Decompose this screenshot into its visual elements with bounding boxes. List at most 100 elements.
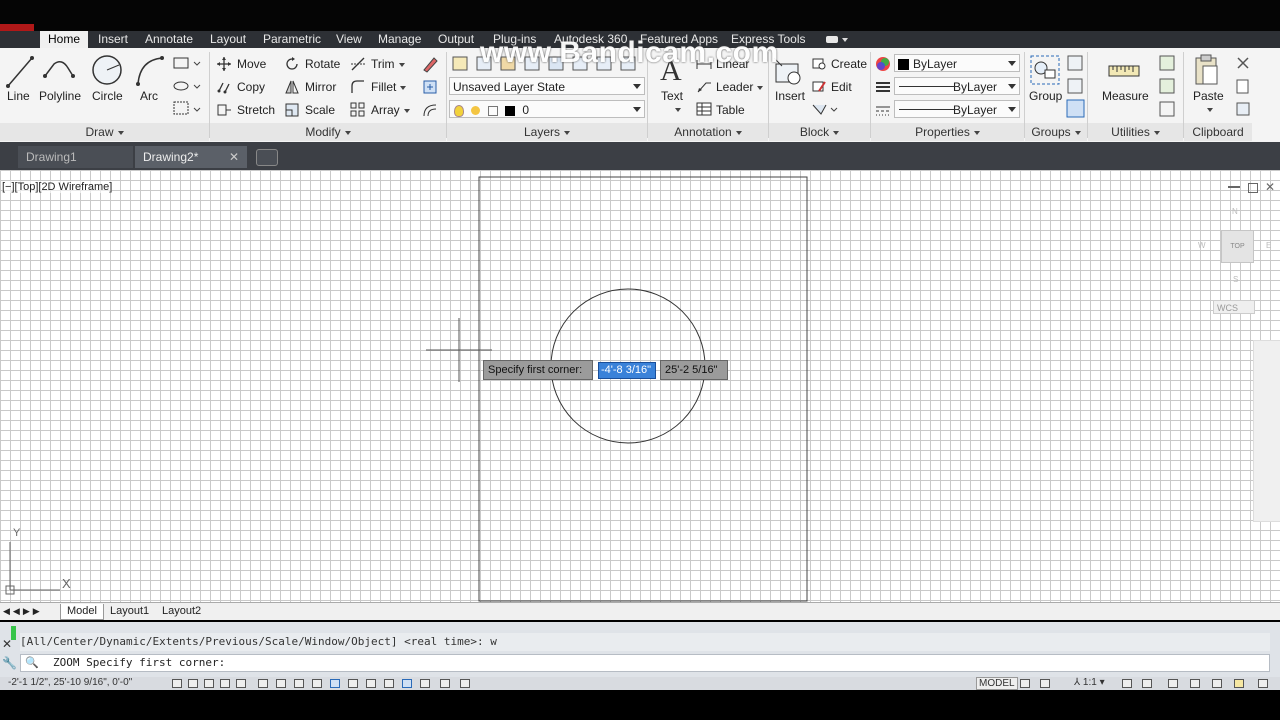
new-tab-icon[interactable]	[256, 149, 278, 166]
lineweight-toggle-icon[interactable]	[348, 679, 358, 688]
draw-small-tools-icon[interactable]	[172, 56, 202, 120]
paste-dropdown-icon[interactable]	[1203, 102, 1213, 116]
ribbon-options-icon[interactable]	[826, 31, 848, 48]
scale-button[interactable]: Scale	[305, 103, 335, 117]
layout-nav-arrows-icon[interactable]: ◀◀▶▶	[3, 604, 43, 619]
paste-button[interactable]: Paste	[1193, 89, 1224, 103]
lineweight-dropdown[interactable]: ByLayer	[894, 77, 1020, 95]
arc-button[interactable]: Arc	[140, 89, 158, 103]
model-space-button[interactable]: MODEL	[976, 677, 1018, 690]
wcs-menu[interactable]: WCS	[1213, 300, 1255, 314]
close-tab-icon[interactable]: ✕	[229, 146, 239, 168]
object-snap-tracking-icon[interactable]	[294, 679, 304, 688]
insert-button[interactable]: Insert	[775, 89, 805, 103]
viewport-minimize-icon[interactable]	[1228, 183, 1240, 188]
viewport-close-icon[interactable]: ✕	[1265, 180, 1275, 194]
modify-panel-title[interactable]: Modify	[210, 123, 446, 141]
edit-button[interactable]: Edit	[831, 80, 852, 94]
text-button[interactable]: Text	[661, 89, 683, 103]
viewport-maximize-icon[interactable]	[1248, 183, 1258, 193]
stretch-button[interactable]: Stretch	[237, 103, 275, 117]
rotate-button[interactable]: Rotate	[305, 57, 340, 71]
trim-button[interactable]: Trim	[371, 57, 405, 71]
annotation-monitor-icon[interactable]	[420, 679, 430, 688]
properties-panel-title[interactable]: Properties	[871, 123, 1024, 141]
infer-constraints-icon[interactable]	[172, 679, 182, 688]
status-menu-icon[interactable]	[1258, 679, 1268, 688]
mirror-button[interactable]: Mirror	[305, 80, 336, 94]
block-panel-title[interactable]: Block	[769, 123, 870, 141]
text-dropdown-icon[interactable]	[671, 102, 681, 116]
transparency-toggle-icon[interactable]	[366, 679, 376, 688]
command-search-icon[interactable]: 🔍	[21, 655, 53, 671]
quick-view-layouts-icon[interactable]	[1020, 679, 1030, 688]
ducs-icon[interactable]	[312, 679, 322, 688]
utility-tools-icons[interactable]	[1158, 54, 1178, 120]
viewcube-north-label[interactable]: N	[1232, 207, 1238, 216]
tab-view[interactable]: View	[336, 31, 362, 48]
object-snap-icon[interactable]	[258, 679, 268, 688]
block-attributes-icon[interactable]	[811, 102, 839, 116]
move-button[interactable]: Move	[237, 57, 266, 71]
explode-icon[interactable]	[421, 78, 439, 96]
circle-button[interactable]: Circle	[92, 89, 123, 103]
annotation-scale-dropdown[interactable]: ⅄ 1:1 ▾	[1074, 677, 1105, 688]
measure-button[interactable]: Measure	[1102, 89, 1149, 103]
quick-properties-icon[interactable]	[384, 679, 394, 688]
hardware-acceleration-icon[interactable]	[460, 679, 470, 688]
navigation-bar[interactable]	[1253, 340, 1280, 522]
dynamic-input-y-field[interactable]: 25'-2 5/16"	[660, 360, 728, 380]
isolate-icon[interactable]	[1212, 679, 1222, 688]
snap-mode-icon[interactable]	[188, 679, 198, 688]
auto-scale-icon[interactable]	[1142, 679, 1152, 688]
copy-button[interactable]: Copy	[237, 80, 265, 94]
ortho-mode-icon[interactable]	[220, 679, 230, 688]
tab-model[interactable]: Model	[60, 604, 104, 620]
tab-layout1[interactable]: Layout1	[104, 604, 155, 619]
viewcube-east-label[interactable]: E	[1266, 241, 1271, 250]
annotation-panel-title[interactable]: Annotation	[648, 123, 768, 141]
create-button[interactable]: Create	[831, 57, 867, 71]
layer-dropdown[interactable]: 0	[449, 100, 645, 118]
lock-ui-icon[interactable]	[1190, 679, 1200, 688]
tab-parametric[interactable]: Parametric	[263, 31, 321, 48]
workspace-switching-icon[interactable]	[1168, 679, 1178, 688]
coordinates-readout[interactable]: -2'-1 1/2", 25'-10 9/16", 0'-0"	[8, 677, 132, 688]
utilities-panel-title[interactable]: Utilities	[1088, 123, 1183, 141]
layers-panel-title[interactable]: Layers	[447, 123, 647, 141]
color-dropdown[interactable]: ByLayer	[894, 54, 1020, 72]
linetype-dropdown[interactable]: ByLayer	[894, 100, 1020, 118]
erase-icon[interactable]	[421, 55, 439, 73]
grid-display-icon[interactable]	[204, 679, 214, 688]
quick-view-drawings-icon[interactable]	[1040, 679, 1050, 688]
viewcube-top-face[interactable]: TOP	[1221, 230, 1254, 263]
tab-annotate[interactable]: Annotate	[145, 31, 193, 48]
draw-panel-title[interactable]: Draw	[0, 123, 209, 141]
polyline-button[interactable]: Polyline	[39, 89, 81, 103]
clipboard-tools-icons[interactable]	[1234, 54, 1254, 120]
groups-panel-title[interactable]: Groups	[1025, 123, 1087, 141]
tab-output[interactable]: Output	[438, 31, 474, 48]
viewcube-south-label[interactable]: S	[1233, 275, 1238, 284]
dynamic-input-toggle-icon[interactable]	[330, 679, 340, 688]
array-button[interactable]: Array	[371, 103, 410, 117]
polar-tracking-icon[interactable]	[236, 679, 246, 688]
leader-button[interactable]: Leader	[716, 80, 764, 94]
tab-layout[interactable]: Layout	[210, 31, 246, 48]
offset-icon[interactable]	[421, 101, 439, 119]
match-properties-icon[interactable]	[875, 56, 891, 72]
fillet-button[interactable]: Fillet	[371, 80, 407, 94]
3d-object-snap-icon[interactable]	[276, 679, 286, 688]
file-tab-drawing1[interactable]: Drawing1	[18, 146, 133, 168]
layer-state-dropdown[interactable]: Unsaved Layer State	[449, 77, 645, 95]
command-line-input[interactable]: 🔍 ZOOM Specify first corner:	[20, 654, 1270, 672]
hardware-light-icon[interactable]	[1234, 679, 1244, 688]
group-tools-icons[interactable]	[1066, 54, 1086, 120]
command-customize-icon[interactable]: 🔧	[2, 656, 17, 670]
command-close-icon[interactable]: ✕	[2, 637, 12, 651]
tab-layout2[interactable]: Layout2	[156, 604, 207, 619]
viewcube-west-label[interactable]: W	[1198, 241, 1206, 250]
selection-cycling-icon[interactable]	[402, 679, 412, 688]
tab-insert[interactable]: Insert	[98, 31, 128, 48]
group-button[interactable]: Group	[1029, 89, 1062, 103]
